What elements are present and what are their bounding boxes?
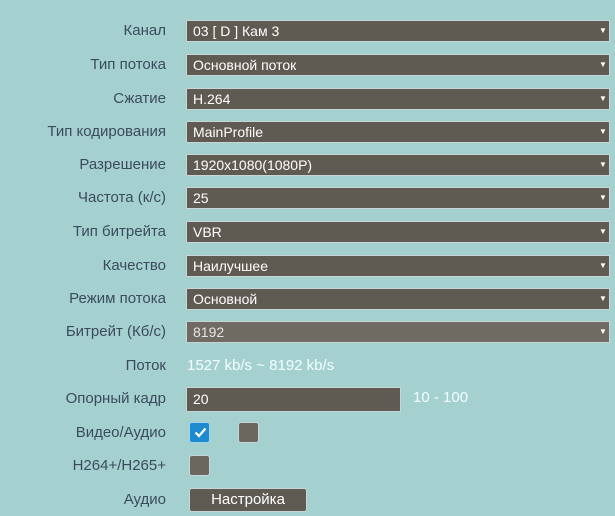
stream-type-row: Тип потока Основной поток ▼ [0, 52, 615, 78]
bitrate-label: Битрейт (Кб/с) [65, 323, 166, 340]
video-audio-row: Видео/Аудио [0, 420, 615, 446]
chevron-down-icon: ▼ [599, 94, 607, 103]
bitrate-value: 8192 [193, 324, 225, 340]
bitrate-type-select[interactable]: VBR ▼ [186, 221, 610, 243]
resolution-row: Разрешение 1920x1080(1080P) ▼ [0, 152, 615, 178]
resolution-select[interactable]: 1920x1080(1080P) ▼ [186, 154, 610, 176]
check-icon [194, 427, 207, 438]
compression-select[interactable]: H.264 ▼ [186, 88, 610, 110]
frame-rate-row: Частота (к/с) 25 ▼ [0, 185, 615, 211]
chevron-down-icon: ▼ [599, 294, 607, 303]
resolution-label: Разрешение [79, 156, 166, 173]
quality-row: Качество Наилучшее ▼ [0, 253, 615, 279]
encoding-type-label: Тип кодирования [47, 123, 166, 140]
compression-row: Сжатие H.264 ▼ [0, 86, 615, 112]
chevron-down-icon: ▼ [599, 261, 607, 270]
chevron-down-icon: ▼ [599, 160, 607, 169]
encoding-type-select[interactable]: MainProfile ▼ [186, 121, 610, 143]
encoding-type-row: Тип кодирования MainProfile ▼ [0, 119, 615, 145]
h264plus-label: H264+/H265+ [72, 457, 166, 474]
keyframe-row: Опорный кадр 20 10 - 100 [0, 386, 615, 412]
keyframe-range: 10 - 100 [413, 389, 469, 406]
bitrate-type-label: Тип битрейта [72, 223, 166, 240]
compression-label: Сжатие [113, 90, 166, 107]
bitrate-type-row: Тип битрейта VBR ▼ [0, 219, 615, 245]
h264plus-checkbox[interactable] [189, 455, 210, 476]
stream-label: Поток [125, 357, 166, 374]
keyframe-input[interactable]: 20 [186, 387, 401, 412]
chevron-down-icon: ▼ [599, 327, 607, 336]
chevron-down-icon: ▼ [599, 127, 607, 136]
bitrate-select[interactable]: 8192 ▼ [186, 321, 610, 343]
stream-type-select[interactable]: Основной поток ▼ [186, 54, 610, 76]
chevron-down-icon: ▼ [599, 227, 607, 236]
bitrate-row: Битрейт (Кб/с) 8192 ▼ [0, 319, 615, 345]
audio-row: Аудио Настройка [0, 487, 615, 513]
stream-mode-row: Режим потока Основной ▼ [0, 286, 615, 312]
frame-rate-select[interactable]: 25 ▼ [186, 187, 610, 209]
video-audio-label: Видео/Аудио [75, 424, 166, 441]
channel-select[interactable]: 03 [ D ] Кам 3 ▼ [186, 20, 610, 42]
quality-label: Качество [102, 257, 166, 274]
quality-value: Наилучшее [193, 258, 268, 274]
audio-checkbox[interactable] [238, 422, 259, 443]
stream-mode-select[interactable]: Основной ▼ [186, 288, 610, 310]
channel-row: Канал 03 [ D ] Кам 3 ▼ [0, 18, 615, 44]
stream-value: 1527 kb/s ~ 8192 kb/s [187, 357, 335, 374]
chevron-down-icon: ▼ [599, 193, 607, 202]
quality-select[interactable]: Наилучшее ▼ [186, 255, 610, 277]
stream-type-value: Основной поток [193, 57, 297, 73]
channel-value: 03 [ D ] Кам 3 [193, 23, 280, 39]
stream-mode-label: Режим потока [69, 290, 166, 307]
encoding-type-value: MainProfile [193, 124, 264, 140]
stream-row: Поток 1527 kb/s ~ 8192 kb/s [0, 353, 615, 379]
compression-value: H.264 [193, 91, 231, 107]
stream-type-label: Тип потока [90, 56, 166, 73]
chevron-down-icon: ▼ [599, 60, 607, 69]
audio-settings-button[interactable]: Настройка [189, 488, 307, 512]
stream-mode-value: Основной [193, 291, 258, 307]
h264plus-row: H264+/H265+ [0, 453, 615, 479]
frame-rate-value: 25 [193, 190, 209, 206]
keyframe-label: Опорный кадр [65, 390, 166, 407]
chevron-down-icon: ▼ [599, 26, 607, 35]
audio-label: Аудио [123, 491, 166, 508]
resolution-value: 1920x1080(1080P) [193, 157, 313, 173]
video-checkbox[interactable] [189, 422, 210, 443]
frame-rate-label: Частота (к/с) [78, 189, 166, 206]
channel-label: Канал [123, 22, 166, 39]
bitrate-type-value: VBR [193, 224, 222, 240]
